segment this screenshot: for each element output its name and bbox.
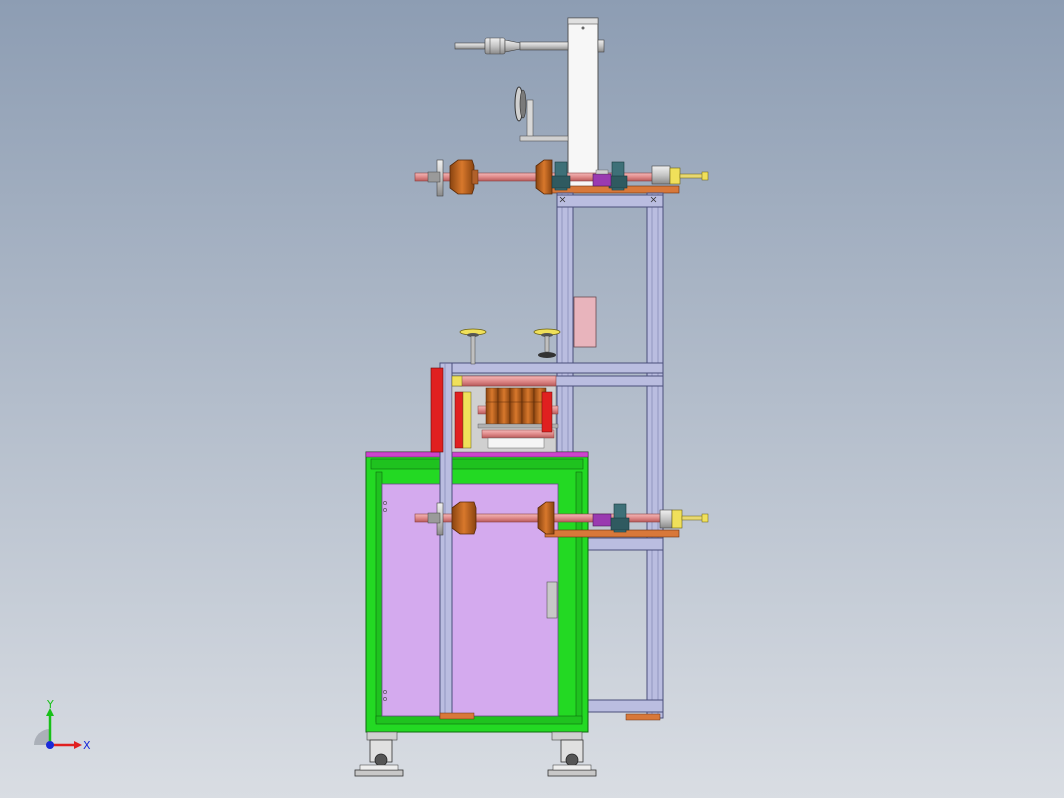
triad-z-axis <box>46 741 54 749</box>
door-handle <box>546 581 558 619</box>
triad-x-label: X <box>83 739 91 752</box>
triad-y-label: Y <box>46 698 54 711</box>
cad-viewport[interactable]: Y X <box>0 0 1064 798</box>
pink-electrical-panel <box>573 296 597 348</box>
vertical-column <box>567 17 599 191</box>
green-cabinet <box>365 451 589 733</box>
red-side-panel <box>430 367 444 453</box>
